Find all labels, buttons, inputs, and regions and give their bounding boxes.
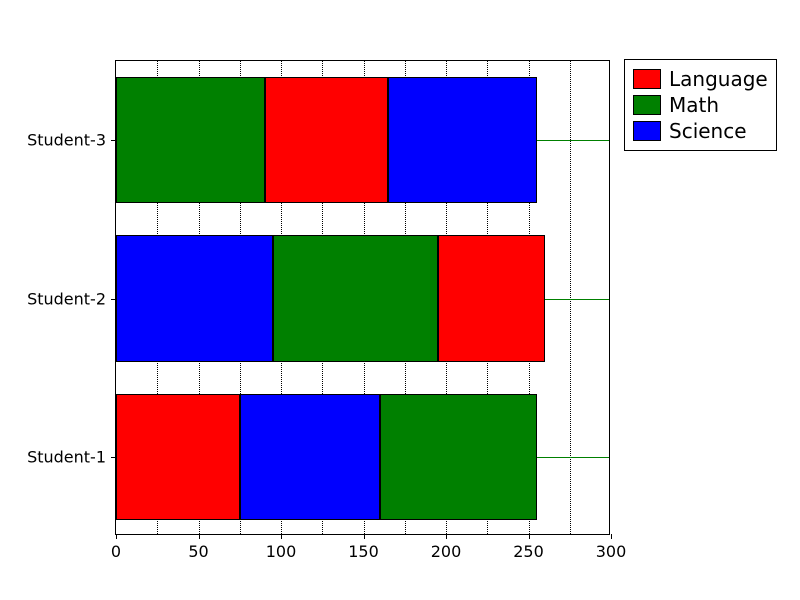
bar-math [116, 77, 265, 204]
bar-language [116, 394, 240, 521]
x-tickmark [364, 534, 365, 539]
y-tickmark [111, 457, 116, 458]
x-tickmark [281, 534, 282, 539]
x-tick-label: 0 [111, 542, 121, 561]
legend: LanguageMathScience [624, 59, 777, 151]
grid-vertical-minor [570, 61, 571, 534]
x-tickmark [446, 534, 447, 539]
y-tick-label: Student-1 [27, 447, 106, 466]
x-tick-label: 50 [188, 542, 208, 561]
legend-label: Science [669, 119, 747, 143]
x-tickmark [116, 534, 117, 539]
x-tick-label: 150 [348, 542, 379, 561]
legend-label: Language [669, 67, 768, 91]
bar-math [380, 394, 537, 521]
bar-language [265, 77, 389, 204]
legend-label: Math [669, 93, 719, 117]
bar-science [240, 394, 380, 521]
x-tick-label: 300 [596, 542, 627, 561]
y-tickmark [111, 140, 116, 141]
legend-item: Language [633, 66, 768, 92]
x-tick-label: 100 [266, 542, 297, 561]
legend-swatch [633, 121, 661, 141]
x-tickmark [611, 534, 612, 539]
x-tick-label: 250 [513, 542, 544, 561]
bar-science [116, 235, 273, 362]
legend-swatch [633, 95, 661, 115]
x-tickmark [529, 534, 530, 539]
legend-swatch [633, 69, 661, 89]
y-tick-label: Student-2 [27, 289, 106, 308]
x-tickmark [199, 534, 200, 539]
plot-area [116, 61, 609, 534]
figure: 0 50 100 150 200 250 300 Student-1 Student-2 Stud… [0, 0, 800, 600]
legend-item: Math [633, 92, 768, 118]
y-tick-label: Student-3 [27, 131, 106, 150]
y-tickmark [111, 299, 116, 300]
x-tick-label: 200 [431, 542, 462, 561]
legend-item: Science [633, 118, 768, 144]
axes: 050100150200250300Student-1Student-2Stud… [115, 60, 610, 535]
bar-language [438, 235, 545, 362]
bar-math [273, 235, 438, 362]
bar-science [388, 77, 537, 204]
